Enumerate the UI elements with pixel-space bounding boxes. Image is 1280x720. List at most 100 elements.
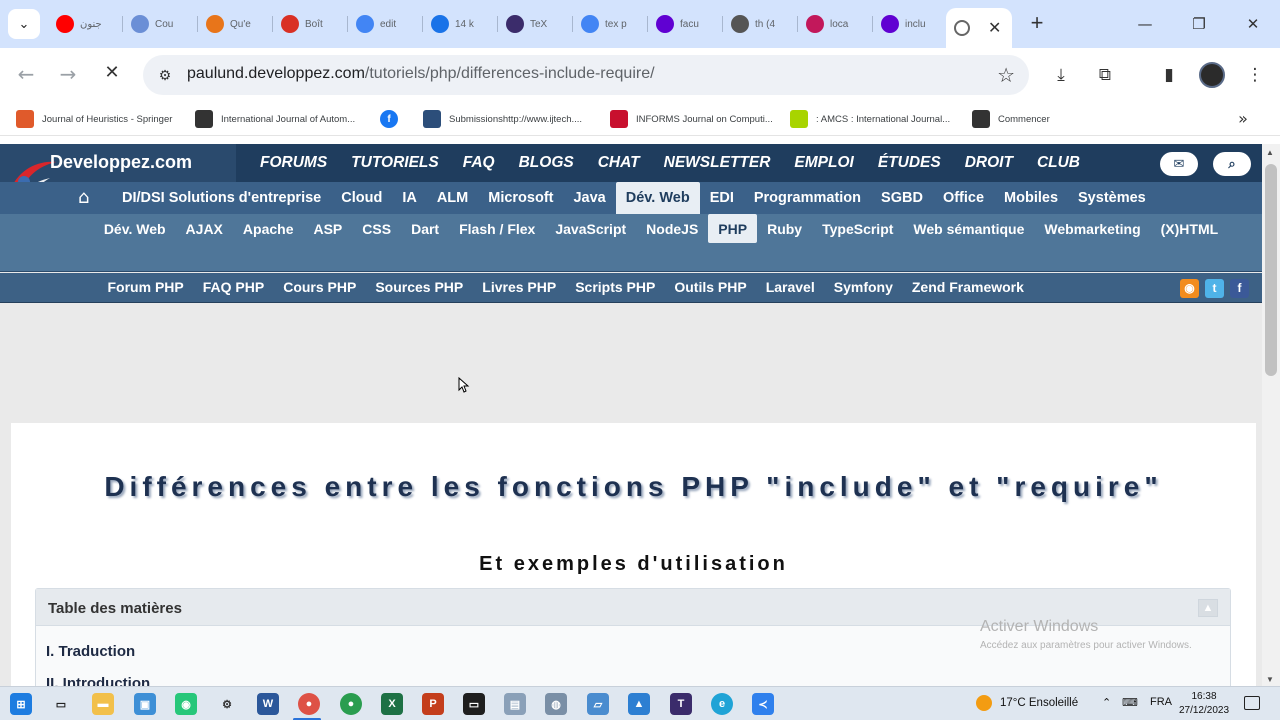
- browser-tab[interactable]: th (4: [723, 8, 797, 40]
- main-nav-item[interactable]: BLOGS: [507, 144, 586, 182]
- bookmark-star-icon[interactable]: ☆: [997, 63, 1015, 87]
- settings-gear-icon[interactable]: ⚙: [216, 693, 238, 715]
- category-tab[interactable]: Programmation: [744, 182, 871, 214]
- browser-tab[interactable]: Qu'e: [198, 8, 272, 40]
- category-tab[interactable]: Java: [563, 182, 615, 214]
- subcategory-tab[interactable]: PHP: [708, 214, 758, 243]
- php-link[interactable]: FAQ PHP: [193, 273, 273, 303]
- active-tab[interactable]: ✕: [946, 8, 1012, 48]
- facebook-icon[interactable]: f: [1230, 279, 1249, 298]
- browser-tab[interactable]: Boît: [273, 8, 347, 40]
- file-explorer-icon[interactable]: ▬: [92, 693, 114, 715]
- photos-app-icon[interactable]: ▲: [628, 693, 650, 715]
- subcategory-tab[interactable]: JavaScript: [545, 214, 636, 243]
- windows-start-icon[interactable]: ⊞: [10, 693, 32, 715]
- more-bookmarks-icon[interactable]: »: [1230, 106, 1256, 132]
- bookmark-item[interactable]: Submissionshttp://www.ijtech....: [423, 110, 582, 128]
- browser-tab[interactable]: TeX: [498, 8, 572, 40]
- download-icon[interactable]: ⤓: [1048, 62, 1074, 88]
- main-nav-item[interactable]: NEWSLETTER: [652, 144, 783, 182]
- browser-tab[interactable]: tex p: [573, 8, 647, 40]
- php-link[interactable]: Zend Framework: [902, 273, 1033, 303]
- scroll-down-icon[interactable]: ▼: [1266, 675, 1274, 684]
- bookmark-item[interactable]: Commencer: [972, 110, 1050, 128]
- rss-icon[interactable]: ◉: [1180, 279, 1199, 298]
- bookmark-item[interactable]: INFORMS Journal on Computi...: [610, 110, 773, 128]
- toc-item-traduction[interactable]: I. Traduction: [46, 643, 135, 660]
- browser-tab[interactable]: جنون: [48, 8, 122, 40]
- category-tab[interactable]: SGBD: [871, 182, 933, 214]
- vscode-icon[interactable]: ≺: [752, 693, 774, 715]
- subcategory-tab[interactable]: ASP: [303, 214, 352, 243]
- new-tab-button[interactable]: +: [1024, 11, 1050, 37]
- side-panel-icon[interactable]: ▮: [1156, 62, 1182, 88]
- php-link[interactable]: Symfony: [824, 273, 902, 303]
- category-tab[interactable]: DI/DSI Solutions d'entreprise: [112, 182, 331, 214]
- subcategory-tab[interactable]: Apache: [233, 214, 304, 243]
- browser-tab[interactable]: inclu: [873, 8, 947, 40]
- category-tab[interactable]: Dév. Web: [615, 182, 700, 214]
- tex-app-icon[interactable]: T: [670, 693, 692, 715]
- clock[interactable]: 16:38 27/12/2023: [1176, 690, 1232, 718]
- php-link[interactable]: Sources PHP: [366, 273, 473, 303]
- category-tab[interactable]: Systèmes: [1068, 182, 1156, 214]
- tab-search-button[interactable]: ⌄: [8, 9, 40, 39]
- toc-collapse-icon[interactable]: ▲: [1198, 599, 1218, 617]
- bookmark-item[interactable]: International Journal of Autom...: [195, 110, 355, 128]
- subcategory-tab[interactable]: CSS: [352, 214, 401, 243]
- extensions-icon[interactable]: ⧉: [1092, 62, 1118, 88]
- task-view-icon[interactable]: ▭: [50, 693, 72, 715]
- close-window-button[interactable]: ✕: [1241, 12, 1265, 36]
- profile-avatar[interactable]: [1199, 62, 1225, 88]
- php-link[interactable]: Livres PHP: [473, 273, 566, 303]
- category-tab[interactable]: Cloud: [331, 182, 392, 214]
- php-link[interactable]: Laravel: [756, 273, 824, 303]
- php-link[interactable]: Forum PHP: [98, 273, 193, 303]
- terminal-icon[interactable]: ▭: [463, 693, 485, 715]
- category-tab[interactable]: Microsoft: [478, 182, 563, 214]
- address-bar[interactable]: ⚙ paulund.developpez.com/tutoriels/php/d…: [143, 55, 1029, 95]
- scroll-up-icon[interactable]: ▲: [1266, 148, 1274, 157]
- page-scrollbar[interactable]: ▲ ▼: [1262, 144, 1280, 690]
- subcategory-tab[interactable]: Web sémantique: [903, 214, 1034, 243]
- site-info-icon[interactable]: ⚙: [155, 65, 175, 85]
- php-link[interactable]: Cours PHP: [274, 273, 366, 303]
- minimize-button[interactable]: —: [1133, 12, 1157, 36]
- main-nav-item[interactable]: DROIT: [953, 144, 1025, 182]
- network-app-icon[interactable]: ◍: [545, 693, 567, 715]
- scroll-thumb[interactable]: [1265, 164, 1277, 376]
- category-tab[interactable]: Office: [933, 182, 994, 214]
- language-indicator[interactable]: FRA: [1150, 696, 1172, 708]
- main-nav-item[interactable]: EMPLOI: [782, 144, 865, 182]
- bookmark-item[interactable]: f: [380, 110, 406, 128]
- weather-widget[interactable]: 17°C Ensoleillé: [976, 695, 1078, 711]
- excel-icon[interactable]: X: [381, 693, 403, 715]
- subcategory-tab[interactable]: TypeScript: [812, 214, 903, 243]
- subcategory-tab[interactable]: Flash / Flex: [449, 214, 545, 243]
- app-window-icon[interactable]: ▤: [504, 693, 526, 715]
- category-tab[interactable]: Mobiles: [994, 182, 1068, 214]
- url-text[interactable]: paulund.developpez.com/tutoriels/php/dif…: [187, 65, 655, 83]
- back-button[interactable]: ←: [12, 62, 40, 88]
- category-tab[interactable]: EDI: [700, 182, 744, 214]
- notification-icon[interactable]: [1244, 696, 1260, 710]
- subcategory-tab[interactable]: Dart: [401, 214, 449, 243]
- keyboard-icon[interactable]: ⌨: [1122, 696, 1138, 709]
- notes-app-icon[interactable]: ▱: [587, 693, 609, 715]
- subcategory-tab[interactable]: Ruby: [757, 214, 812, 243]
- main-nav-item[interactable]: FAQ: [451, 144, 507, 182]
- edge-icon[interactable]: e: [711, 693, 733, 715]
- main-nav-item[interactable]: CLUB: [1025, 144, 1092, 182]
- powerpoint-icon[interactable]: P: [422, 693, 444, 715]
- browser-tab[interactable]: facu: [648, 8, 722, 40]
- search-icon[interactable]: ⌕: [1213, 152, 1251, 176]
- browser-tab[interactable]: edit: [348, 8, 422, 40]
- word-icon[interactable]: W: [257, 693, 279, 715]
- php-link[interactable]: Outils PHP: [665, 273, 756, 303]
- menu-dots-icon[interactable]: ⋮: [1242, 62, 1268, 88]
- home-icon[interactable]: ⌂: [78, 187, 100, 208]
- browser-tab[interactable]: 14 k: [423, 8, 497, 40]
- subcategory-tab[interactable]: AJAX: [176, 214, 233, 243]
- subcategory-tab[interactable]: NodeJS: [636, 214, 708, 243]
- close-tab-icon[interactable]: ✕: [988, 18, 1001, 38]
